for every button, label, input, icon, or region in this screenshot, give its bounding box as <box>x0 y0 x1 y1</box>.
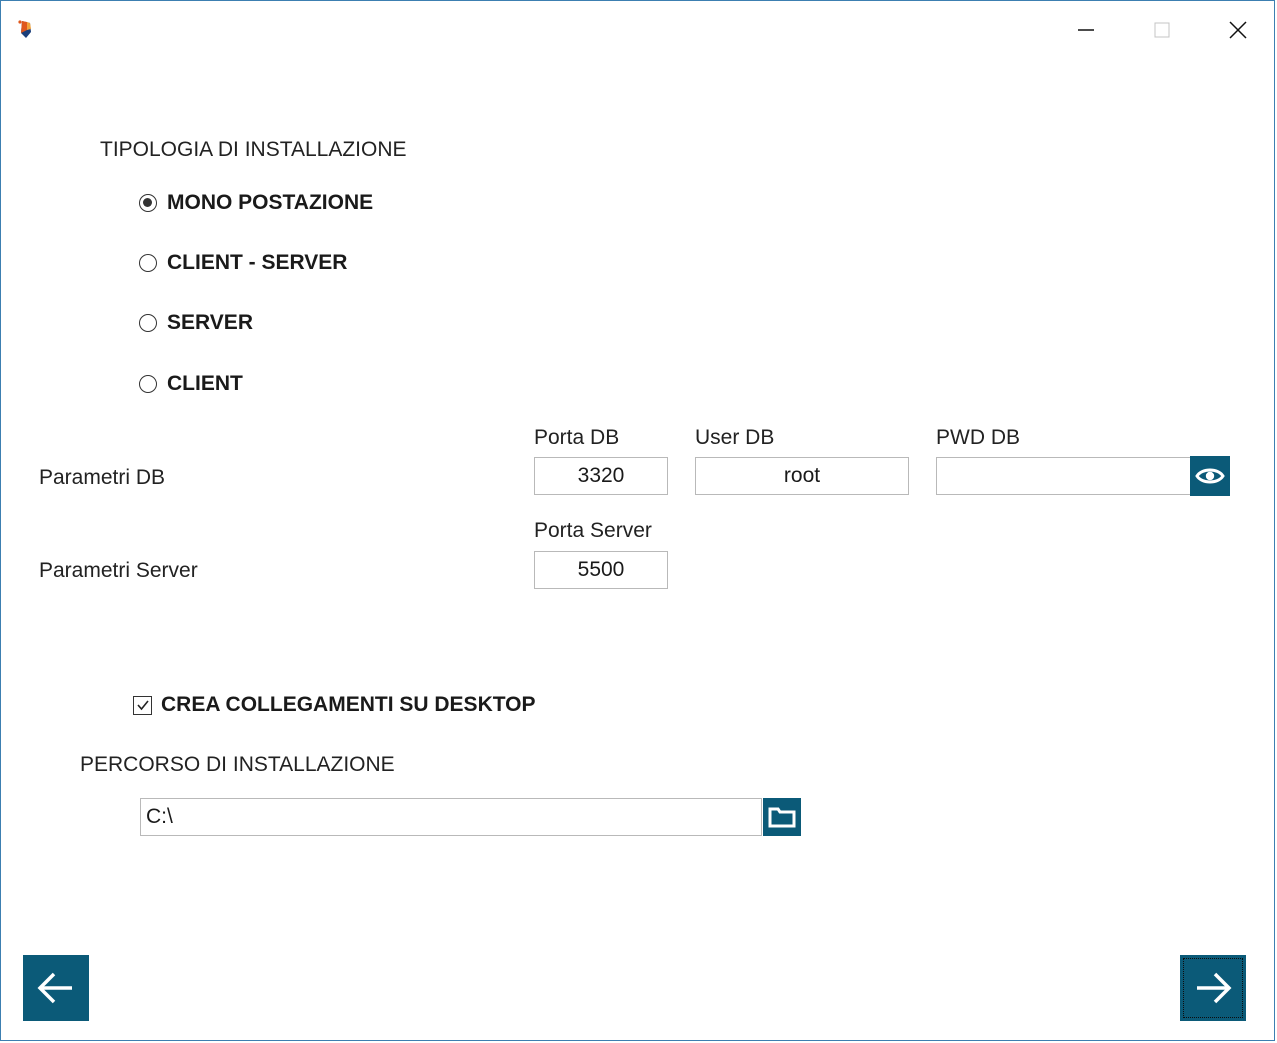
radio-label: CLIENT <box>167 372 243 395</box>
db-user-input[interactable] <box>695 457 909 495</box>
maximize-icon <box>1154 22 1170 38</box>
install-type-title: TIPOLOGIA DI INSTALLAZIONE <box>100 138 407 161</box>
desktop-shortcuts-checkbox-row[interactable]: CREA COLLEGAMENTI SU DESKTOP <box>133 691 536 719</box>
arrow-left-icon <box>37 972 72 1004</box>
radio-button[interactable] <box>139 375 157 393</box>
minimize-icon <box>1078 29 1094 31</box>
maximize-button[interactable] <box>1139 11 1185 49</box>
radio-button[interactable] <box>139 254 157 272</box>
radio-label: CLIENT - SERVER <box>167 251 348 274</box>
browse-folder-button[interactable] <box>763 798 801 836</box>
radio-client[interactable]: CLIENT <box>139 371 243 397</box>
radio-button-checked[interactable] <box>139 194 157 212</box>
next-button[interactable] <box>1180 955 1246 1021</box>
db-user-label: User DB <box>695 426 775 449</box>
folder-icon <box>768 807 796 828</box>
db-port-label: Porta DB <box>534 426 620 449</box>
db-params-row-label: Parametri DB <box>39 466 166 489</box>
minimize-button[interactable] <box>1063 11 1109 49</box>
server-port-label: Porta Server <box>534 519 652 542</box>
close-icon <box>1229 21 1247 39</box>
close-button[interactable] <box>1215 11 1261 49</box>
eye-icon <box>1195 468 1225 484</box>
radio-client-server[interactable]: CLIENT - SERVER <box>139 250 347 276</box>
show-password-button[interactable] <box>1190 456 1230 496</box>
radio-label: MONO POSTAZIONE <box>167 191 374 214</box>
radio-label: SERVER <box>167 311 253 334</box>
app-installer-icon <box>15 18 37 40</box>
checkmark-icon <box>136 700 149 711</box>
install-path-title: PERCORSO DI INSTALLAZIONE <box>80 753 395 776</box>
radio-server[interactable]: SERVER <box>139 310 253 336</box>
installer-window: TIPOLOGIA DI INSTALLAZIONE MONO POSTAZIO… <box>0 0 1275 1041</box>
db-password-input[interactable] <box>936 457 1191 495</box>
arrow-right-icon <box>1197 972 1232 1004</box>
db-pwd-label: PWD DB <box>936 426 1020 449</box>
back-button[interactable] <box>23 955 89 1021</box>
desktop-shortcuts-checkbox[interactable] <box>133 695 152 715</box>
server-port-input[interactable] <box>534 551 668 589</box>
desktop-shortcuts-label: CREA COLLEGAMENTI SU DESKTOP <box>161 693 536 716</box>
server-params-row-label: Parametri Server <box>39 559 198 582</box>
radio-button[interactable] <box>139 314 157 332</box>
radio-mono-postazione[interactable]: MONO POSTAZIONE <box>139 190 373 216</box>
db-port-input[interactable] <box>534 457 668 495</box>
install-path-input[interactable] <box>140 798 762 836</box>
